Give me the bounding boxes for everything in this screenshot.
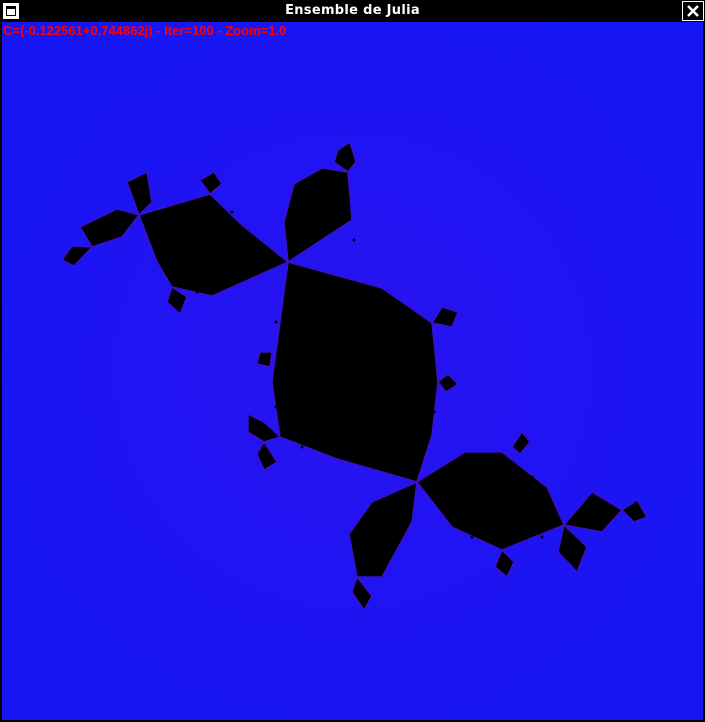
julia-fractal (2, 22, 703, 720)
close-button[interactable] (682, 1, 704, 21)
title-bar[interactable]: Ensemble de Julia (0, 0, 705, 22)
window-title: Ensemble de Julia (285, 3, 420, 18)
close-icon (687, 5, 699, 17)
fractal-canvas[interactable]: C=(-0.122561+0.744862j) - Iter=100 - Zoo… (2, 22, 703, 720)
fractal-parameters-readout: C=(-0.122561+0.744862j) - Iter=100 - Zoo… (3, 23, 287, 38)
julia-window: Ensemble de Julia C=(-0.122561+0.744862j… (0, 0, 705, 722)
